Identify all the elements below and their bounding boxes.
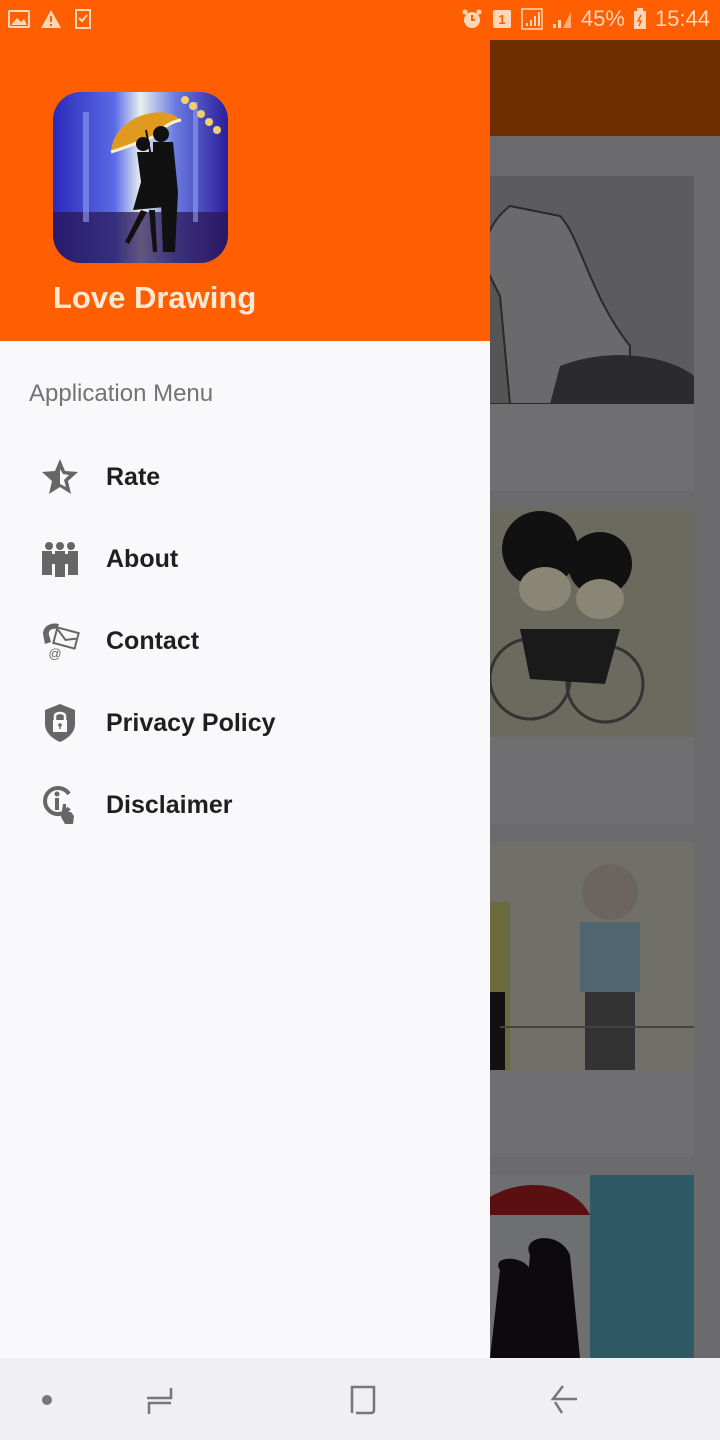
people-group-icon	[38, 537, 82, 581]
menu-item-disclaimer[interactable]: Disclaimer	[0, 767, 490, 843]
sim-1-icon: 1	[491, 8, 513, 30]
phone-mail-icon: @	[38, 619, 82, 663]
menu-item-label: Disclaimer	[106, 790, 233, 819]
nav-back-button[interactable]	[542, 1378, 586, 1422]
dot-icon	[42, 1395, 52, 1405]
nav-dot-indicator[interactable]	[25, 1378, 69, 1422]
app-logo	[53, 92, 228, 263]
checklist-icon	[72, 8, 94, 30]
menu-item-label: Privacy Policy	[106, 708, 276, 737]
star-icon	[38, 455, 82, 499]
app-name: Love Drawing	[53, 280, 257, 315]
warning-icon	[40, 8, 62, 30]
system-nav-bar	[0, 1358, 720, 1440]
menu-item-contact[interactable]: @ Contact	[0, 603, 490, 679]
menu-section-heading: Application Menu	[29, 380, 214, 407]
drawer-header: Love Drawing	[0, 40, 490, 341]
clock: 15:44	[654, 6, 710, 31]
info-touch-icon	[38, 783, 82, 827]
recents-icon	[147, 1388, 173, 1414]
svg-text:@: @	[48, 646, 61, 661]
status-bar: 1 45% 15:44	[0, 0, 720, 40]
signal-sim1-icon	[521, 8, 543, 30]
nav-home-button[interactable]	[340, 1378, 384, 1422]
menu-item-about[interactable]: About	[0, 521, 490, 597]
battery-charging-icon	[633, 8, 647, 30]
shield-lock-icon	[38, 701, 82, 745]
svg-text:1: 1	[498, 12, 505, 27]
nav-recents-button[interactable]	[138, 1378, 182, 1422]
image-notification-icon	[8, 8, 30, 30]
menu-item-privacy-policy[interactable]: Privacy Policy	[0, 685, 490, 761]
menu-item-rate[interactable]: Rate	[0, 439, 490, 515]
signal-sim2-icon	[551, 8, 573, 30]
navigation-drawer: Love Drawing Application Menu Rate About…	[0, 40, 490, 1358]
menu-item-label: Rate	[106, 462, 161, 491]
menu-item-label: Contact	[106, 626, 200, 655]
alarm-icon	[461, 8, 483, 30]
home-icon	[350, 1385, 376, 1415]
back-arrow-icon	[550, 1385, 577, 1414]
battery-percent: 45%	[580, 6, 625, 31]
menu-item-label: About	[106, 544, 179, 573]
